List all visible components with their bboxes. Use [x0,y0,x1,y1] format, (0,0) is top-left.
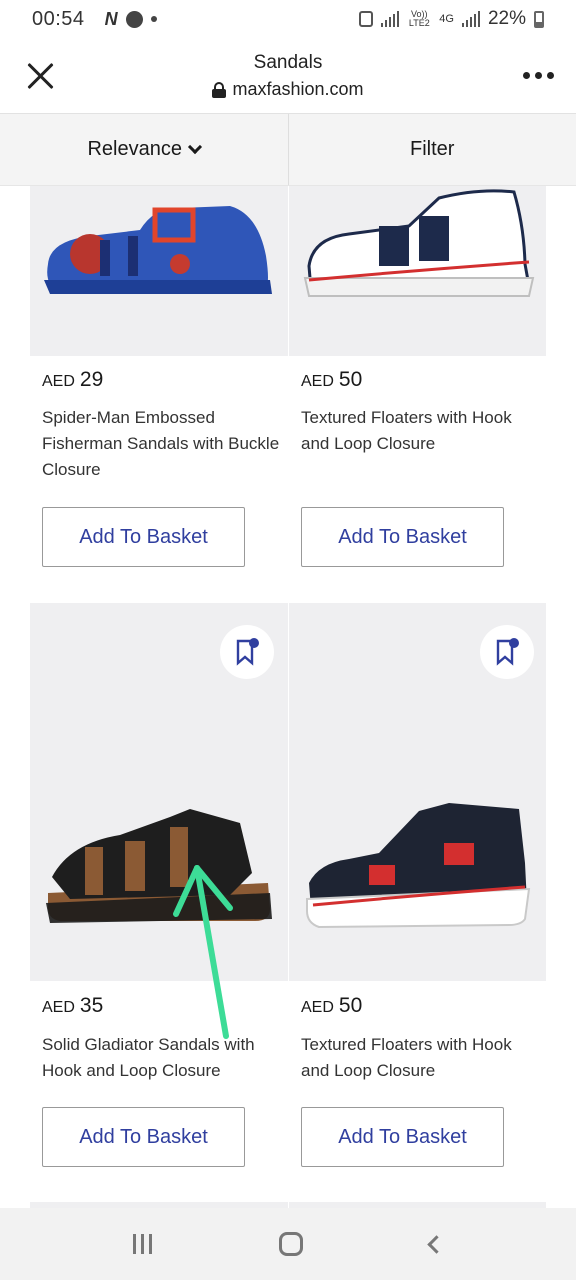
product-image[interactable] [30,186,288,356]
wishlist-button[interactable] [220,625,274,679]
notification-icons: N [105,9,157,30]
status-time: 00:54 [32,7,85,30]
home-icon[interactable] [278,1232,303,1256]
product-price: AED 50 [301,368,362,392]
battery-percent: 22% [487,8,526,29]
signal-icon-2 [461,11,480,27]
back-icon[interactable] [426,1234,446,1254]
product-price: AED 29 [42,368,103,392]
currency: AED [42,999,75,1016]
signal-icon [381,11,400,27]
filter-label: Filter [410,138,455,160]
product-title[interactable]: Solid Gladiator Sandals with Hook and Lo… [42,1032,282,1084]
battery-icon [534,10,544,28]
add-to-basket-button[interactable]: Add To Basket [42,1107,245,1167]
add-to-basket-button[interactable]: Add To Basket [42,507,245,567]
filter-button[interactable]: Filter [287,114,576,185]
sandal-image [303,189,535,297]
sandal-image [44,206,272,294]
product-price: AED 50 [301,994,362,1018]
sort-label: Relevance [87,138,182,160]
system-nav-bar [0,1208,576,1280]
product-price: AED 35 [42,994,103,1018]
product-title[interactable]: Textured Floaters with Hook and Loop Clo… [301,1032,541,1084]
page-header: Sandals maxfashion.com [0,38,576,114]
price-amount: 50 [338,994,363,1017]
url-row: maxfashion.com [0,79,576,100]
page-title: Sandals [253,52,323,73]
product-image[interactable] [289,186,546,356]
product-card[interactable] [30,603,288,981]
n-icon: N [104,8,118,29]
dot-icon [150,16,157,22]
currency: AED [301,999,334,1016]
sort-dropdown[interactable]: Relevance [0,114,288,185]
status-bar: 00:54 N Vo)) LTE2 4G 22% [0,0,576,38]
product-image[interactable] [289,603,546,981]
product-card[interactable] [289,603,547,981]
bookmark-icon [236,638,259,666]
product-image[interactable] [30,603,288,981]
sort-filter-bar: Relevance Filter [0,114,576,186]
recent-apps-icon[interactable] [133,1234,153,1254]
volte-label: Vo)) LTE2 [408,9,430,28]
price-amount: 50 [338,368,363,391]
messenger-icon [125,10,143,28]
chevron-down-icon [187,139,203,154]
wishlist-button[interactable] [480,625,534,679]
more-options-icon[interactable] [523,72,554,79]
lock-icon [212,81,227,98]
add-to-basket-button[interactable]: Add To Basket [301,1107,504,1167]
bookmark-icon [496,638,519,666]
product-grid: AED 29 Spider-Man Embossed Fisherman Sand… [0,186,576,1208]
product-title[interactable]: Spider-Man Embossed Fisherman Sandals wi… [42,405,282,483]
product-card[interactable] [30,186,288,356]
price-amount: 35 [79,994,104,1017]
status-right: Vo)) LTE2 4G 22% [359,8,544,30]
add-to-basket-button[interactable]: Add To Basket [301,507,504,567]
currency: AED [42,373,75,390]
product-title[interactable]: Textured Floaters with Hook and Loop Clo… [301,405,541,457]
alarm-icon [359,11,374,27]
network-label: 4G [439,13,454,25]
url-text: maxfashion.com [232,79,364,99]
product-card[interactable] [289,186,547,356]
price-amount: 29 [79,368,104,391]
currency: AED [301,373,334,390]
